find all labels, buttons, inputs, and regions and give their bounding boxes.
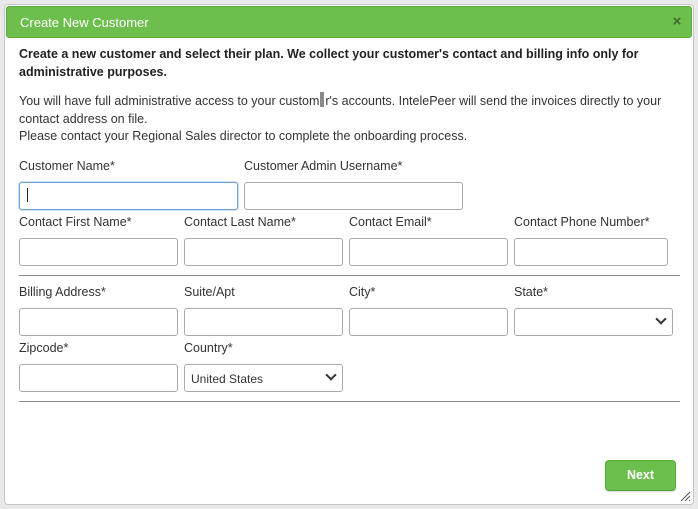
state-field: State* (514, 285, 673, 336)
phone-field: Contact Phone Number* (514, 215, 668, 266)
zipcode-field: Zipcode* (19, 341, 178, 392)
state-select[interactable] (514, 308, 673, 336)
customer-name-field: Customer Name* (19, 159, 238, 210)
info-text: You will have full administrative access… (19, 92, 689, 146)
intro-text: Create a new customer and select their p… (19, 47, 639, 79)
city-field: City* (349, 285, 508, 336)
admin-username-field: Customer Admin Username* (244, 159, 463, 210)
phone-label: Contact Phone Number* (514, 215, 650, 229)
customer-name-label: Customer Name* (19, 159, 115, 173)
email-label: Contact Email* (349, 215, 432, 229)
close-icon[interactable]: × (669, 14, 685, 30)
dialog-titlebar[interactable]: Create New Customer × (6, 6, 692, 38)
text-caret (27, 188, 28, 202)
suite-field: Suite/Apt (184, 285, 343, 336)
footer-divider (19, 401, 680, 402)
last-name-input[interactable] (184, 238, 343, 266)
next-button[interactable]: Next (605, 460, 676, 491)
first-name-label: Contact First Name* (19, 215, 132, 229)
resize-handle-icon[interactable] (679, 490, 691, 502)
first-name-field: Contact First Name* (19, 215, 178, 266)
state-label: State* (514, 285, 549, 299)
phone-input[interactable] (514, 238, 668, 266)
dialog-title: Create New Customer (20, 15, 149, 30)
last-name-field: Contact Last Name* (184, 215, 343, 266)
admin-username-label: Customer Admin Username* (244, 159, 403, 173)
info-line1-part1: You will have full administrative access… (19, 94, 320, 108)
city-input[interactable] (349, 308, 508, 336)
billing-address-input[interactable] (19, 308, 178, 336)
country-select[interactable]: United States (184, 364, 343, 392)
billing-address-label: Billing Address* (19, 285, 106, 299)
email-field: Contact Email* (349, 215, 508, 266)
city-label: City* (349, 285, 376, 299)
last-name-label: Contact Last Name* (184, 215, 296, 229)
country-label: Country* (184, 341, 233, 355)
billing-address-field: Billing Address* (19, 285, 178, 336)
suite-label: Suite/Apt (184, 285, 235, 299)
zipcode-input[interactable] (19, 364, 178, 392)
chevron-down-icon (325, 369, 337, 381)
text-cursor-mark (320, 92, 325, 107)
create-customer-dialog: Create New Customer × Create a new custo… (4, 4, 694, 505)
country-selected-value: United States (191, 372, 264, 386)
suite-input[interactable] (184, 308, 343, 336)
chevron-down-icon (655, 313, 667, 325)
zipcode-label: Zipcode* (19, 341, 69, 355)
email-input[interactable] (349, 238, 508, 266)
customer-name-input[interactable] (19, 182, 238, 210)
country-field: Country* United States (184, 341, 343, 392)
section-divider (19, 275, 680, 276)
info-paragraph-2: Please contact your Regional Sales direc… (19, 129, 468, 143)
info-paragraph-1: You will have full administrative access… (19, 92, 689, 128)
first-name-input[interactable] (19, 238, 178, 266)
admin-username-input[interactable] (244, 182, 463, 210)
